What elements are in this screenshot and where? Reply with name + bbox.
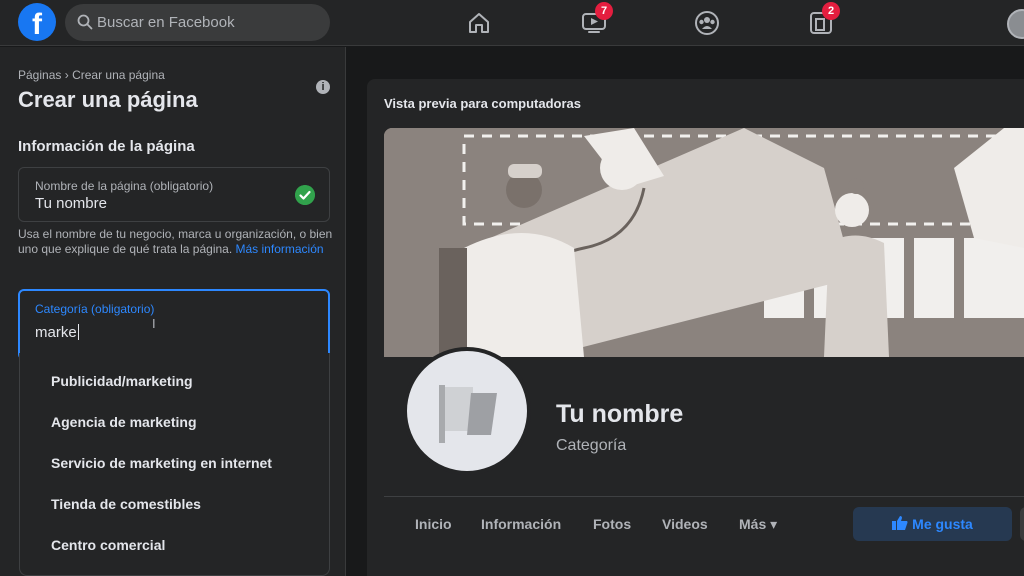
- page-title: Crear una página: [18, 87, 198, 112]
- thumbs-up-icon: [892, 516, 908, 530]
- category-field[interactable]: Categoría (obligatorio) marke I: [18, 289, 330, 360]
- tab-more[interactable]: Más ▾: [739, 516, 777, 533]
- tab-about[interactable]: Información: [481, 516, 561, 532]
- gaming-nav-item[interactable]: 2: [808, 2, 840, 36]
- tab-videos[interactable]: Videos: [662, 516, 708, 532]
- tab-photos[interactable]: Fotos: [593, 516, 631, 532]
- preview-title: Vista previa para computadoras: [384, 96, 582, 111]
- page-name-label: Nombre de la página (obligatorio): [35, 179, 214, 193]
- page-name-value[interactable]: Tu nombre: [35, 195, 107, 212]
- profile-picture: [403, 347, 531, 475]
- breadcrumb-pages-link[interactable]: Páginas: [18, 68, 61, 82]
- like-button[interactable]: Me gusta: [853, 507, 1012, 541]
- help-text: Usa el nombre de tu negocio, marca u org…: [18, 227, 333, 256]
- more-info-link[interactable]: Más información: [236, 242, 324, 256]
- text-cursor-icon: I: [152, 316, 156, 331]
- breadcrumb-separator: ›: [64, 68, 69, 82]
- main-content: Vista previa para computadoras Tu nombre…: [347, 47, 1024, 576]
- page-tabs: Inicio Información Fotos Videos Más ▾ Me…: [384, 496, 1024, 554]
- page-category-preview: Categoría: [556, 437, 627, 454]
- page-name-preview: Tu nombre: [556, 400, 684, 428]
- home-icon[interactable]: [466, 10, 492, 36]
- flag-icon: [439, 385, 497, 443]
- page-header-preview: Tu nombre Categoría: [384, 347, 1024, 497]
- category-input[interactable]: marke: [35, 324, 79, 341]
- suggestion-item[interactable]: Agencia de marketing: [20, 402, 331, 442]
- tab-home[interactable]: Inicio: [415, 516, 452, 532]
- cover-illustration: [384, 128, 1024, 357]
- notification-badge: 7: [595, 2, 613, 20]
- watch-nav-item[interactable]: 7: [581, 2, 613, 36]
- check-icon: [295, 185, 315, 205]
- page-name-field[interactable]: Nombre de la página (obligatorio) Tu nom…: [18, 167, 330, 222]
- breadcrumb-current: Crear una página: [72, 68, 165, 82]
- category-suggestions-dropdown: Publicidad/marketing Agencia de marketin…: [19, 353, 330, 576]
- section-title: Información de la página: [18, 138, 195, 155]
- category-label: Categoría (obligatorio): [35, 302, 155, 316]
- more-options-button[interactable]: [1020, 507, 1024, 541]
- info-icon[interactable]: i: [316, 80, 330, 94]
- breadcrumb: Páginas › Crear una página: [18, 68, 165, 82]
- avatar[interactable]: [1007, 9, 1024, 39]
- notification-badge: 2: [822, 2, 840, 20]
- create-page-sidebar: Páginas › Crear una página Crear una pág…: [0, 47, 346, 576]
- suggestion-item[interactable]: Tienda de comestibles: [20, 484, 331, 524]
- text-caret: [77, 324, 79, 340]
- search-input[interactable]: [97, 4, 322, 41]
- facebook-logo-icon[interactable]: f: [18, 3, 56, 41]
- desktop-preview-card: Vista previa para computadoras Tu nombre…: [367, 79, 1024, 576]
- suggestion-item[interactable]: Publicidad/marketing: [20, 361, 331, 401]
- suggestion-item[interactable]: Servicio de marketing en internet: [20, 443, 331, 483]
- search-icon: [77, 14, 93, 30]
- cover-illustration-art: [384, 128, 1024, 357]
- suggestion-item[interactable]: Centro comercial: [20, 525, 331, 565]
- top-navigation-bar: f 7 2: [0, 0, 1024, 46]
- groups-icon[interactable]: [694, 10, 720, 36]
- search-box[interactable]: [65, 4, 330, 41]
